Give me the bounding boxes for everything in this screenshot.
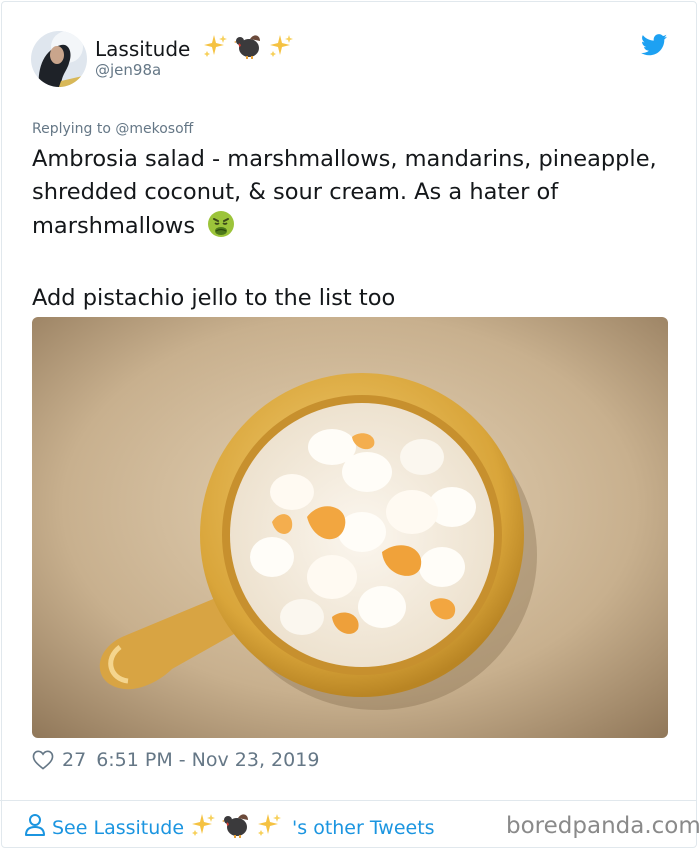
nauseated-face-icon xyxy=(206,209,236,249)
turkey-icon xyxy=(234,33,262,64)
tweet-photo[interactable] xyxy=(32,317,668,738)
tweet-text: Ambrosia salad - marshmallows, mandarins… xyxy=(32,143,672,315)
see-other-tweets-link[interactable]: See Lassitude 's other Tweets xyxy=(24,812,435,843)
turkey-icon xyxy=(222,812,250,843)
watermark: boredpanda.com xyxy=(506,813,700,839)
sparkles-icon xyxy=(268,33,294,64)
replying-to[interactable]: Replying to @mekosoff xyxy=(32,121,193,137)
author-handle[interactable]: @jen98a xyxy=(95,61,161,79)
heart-icon[interactable] xyxy=(32,750,54,770)
tweet-text-line2: Add pistachio jello to the list too xyxy=(32,285,396,311)
person-icon xyxy=(24,813,46,842)
tweet-meta: 27 6:51 PM - Nov 23, 2019 xyxy=(32,749,319,771)
divider xyxy=(0,800,696,801)
timestamp[interactable]: 6:51 PM - Nov 23, 2019 xyxy=(96,749,319,771)
sparkles-icon xyxy=(256,812,282,843)
sparkles-icon xyxy=(202,33,228,64)
author-name-text: Lassitude xyxy=(95,36,191,61)
like-count[interactable]: 27 xyxy=(62,749,86,771)
see-link-prefix: See Lassitude xyxy=(52,816,185,839)
avatar[interactable] xyxy=(31,31,87,87)
tweet-text-line1: Ambrosia salad - marshmallows, mandarins… xyxy=(32,146,657,239)
twitter-bird-icon[interactable] xyxy=(641,34,667,56)
author-name[interactable]: Lassitude xyxy=(95,33,294,64)
see-link-suffix: 's other Tweets xyxy=(292,816,435,839)
sparkles-icon xyxy=(190,812,216,843)
